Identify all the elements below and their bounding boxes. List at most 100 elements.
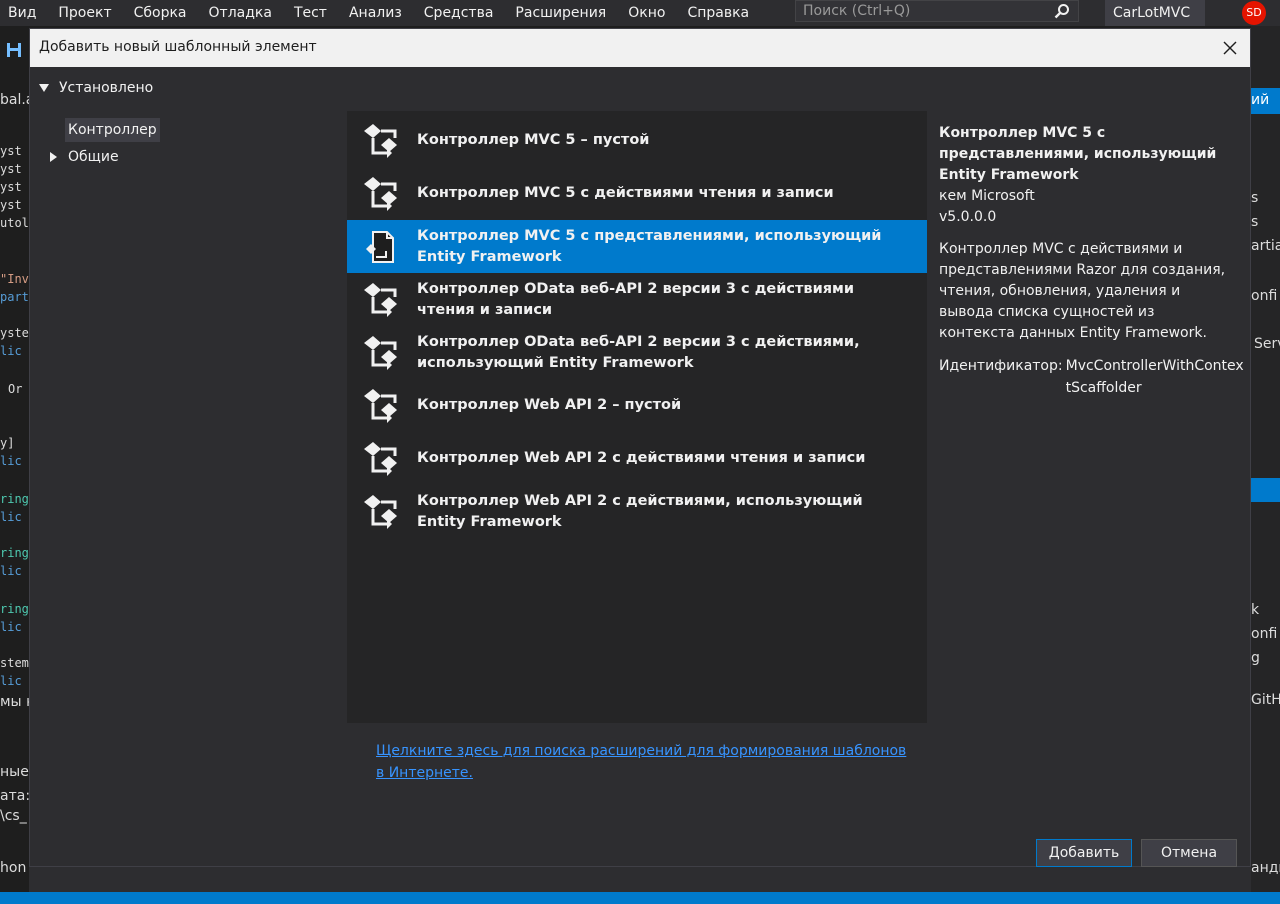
bg-code-fragment: y]	[0, 436, 15, 450]
bg-code-fragment: stem	[0, 656, 29, 670]
bg-code-fragment: lic	[0, 454, 22, 468]
save-icon[interactable]	[6, 42, 22, 58]
menu-project[interactable]: Проект	[47, 0, 122, 26]
controller-icon	[361, 282, 403, 318]
bg-ui-fragment: s	[1251, 190, 1259, 206]
bg-code-fragment: ystem	[0, 326, 29, 340]
bg-code-fragment: Or	[8, 382, 23, 396]
bg-ui-fragment: мы н	[0, 694, 29, 710]
details-title: Контроллер MVC 5 с представлениями, испо…	[939, 125, 1217, 183]
menu-extensions[interactable]: Расширения	[504, 0, 617, 26]
bg-code-fragment: yst	[0, 144, 22, 158]
tree-node-controller[interactable]: Контроллер	[65, 118, 160, 142]
template-label: Контроллер OData веб-API 2 версии 3 с де…	[417, 333, 860, 371]
template-item[interactable]: Контроллер OData веб-API 2 версии 3 с де…	[347, 273, 927, 326]
template-item[interactable]: Контроллер Web API 2 – пустой	[347, 379, 927, 432]
ide-status-bar	[0, 892, 1280, 904]
bg-code-fragment: yst	[0, 198, 22, 212]
add-scaffold-dialog: Добавить новый шаблонный элемент Установ…	[29, 28, 1251, 867]
bg-ui-fragment: onfi	[1251, 626, 1278, 642]
template-item[interactable]: Контроллер Web API 2 с действиями чтения…	[347, 432, 927, 485]
category-tree: Установлено Контроллер Общие	[30, 67, 330, 767]
template-item[interactable]: Контроллер Web API 2 с действиями, испол…	[347, 485, 927, 538]
ide-menubar: Вид Проект Сборка Отладка Тест Анализ Ср…	[0, 0, 1280, 26]
bg-code-fragment: lic	[0, 620, 22, 634]
template-details: Контроллер MVC 5 с представлениями, испо…	[939, 123, 1249, 399]
controller-icon	[361, 176, 403, 212]
template-label: Контроллер Web API 2 с действиями, испол…	[417, 492, 863, 530]
bg-code-fragment: "Inv	[0, 272, 29, 286]
bg-ui-fragment: hon	[0, 860, 27, 876]
ide-solution-explorer-background: ий s s artia onfi Serv k onfi g GitH анд…	[1251, 26, 1280, 892]
template-label: Контроллер MVC 5 – пустой	[417, 132, 650, 148]
document-icon	[361, 229, 403, 265]
bg-ui-fragment: onfi	[1251, 288, 1278, 304]
bg-ui-fragment: анди	[1251, 860, 1280, 876]
bg-code-fragment: lic	[0, 510, 22, 524]
bg-code-fragment: yst	[0, 180, 22, 194]
tree-node-general[interactable]: Общие	[50, 145, 119, 169]
bg-tab-fragment: bal.a	[0, 92, 29, 108]
details-author: кем Microsoft	[939, 188, 1035, 204]
details-identifier: Идентификатор: MvcControllerWithContextS…	[939, 355, 1249, 399]
details-version: v5.0.0.0	[939, 209, 997, 225]
quick-search-input[interactable]: Поиск (Ctrl+Q)	[795, 0, 1079, 22]
menu-analyze[interactable]: Анализ	[338, 0, 413, 26]
bg-code-fragment: ring	[0, 546, 29, 560]
bg-ui-fragment: ий	[1251, 92, 1270, 108]
template-label: Контроллер MVC 5 с представлениями, испо…	[417, 227, 882, 265]
menu-debug[interactable]: Отладка	[198, 0, 283, 26]
controller-icon	[361, 441, 403, 477]
details-id-label: Идентификатор:	[939, 358, 1063, 374]
expanded-arrow-icon	[39, 84, 49, 92]
bg-ui-fragment: s	[1251, 214, 1259, 230]
bg-ui-fragment: GitH	[1251, 692, 1280, 708]
menu-help[interactable]: Справка	[676, 0, 760, 26]
template-item[interactable]: Контроллер MVC 5 с представлениями, испо…	[347, 220, 927, 273]
ide-editor-background: bal.a yst yst yst yst utol "Inv part yst…	[0, 26, 29, 892]
search-icon	[1054, 4, 1069, 19]
bg-code-fragment: part	[0, 290, 29, 304]
bg-code-fragment: ring	[0, 602, 29, 616]
tree-node-label: Установлено	[59, 80, 154, 96]
controller-icon	[361, 494, 403, 530]
template-item[interactable]: Контроллер MVC 5 с действиями чтения и з…	[347, 167, 927, 220]
user-avatar[interactable]: SD	[1242, 1, 1266, 25]
details-id-value: MvcControllerWithContextScaffolder	[1065, 358, 1244, 396]
collapsed-arrow-icon	[50, 152, 57, 162]
template-label: Контроллер MVC 5 с действиями чтения и з…	[417, 185, 834, 201]
tree-node-installed[interactable]: Установлено	[39, 80, 153, 96]
project-name-badge: CarLotMVC	[1105, 0, 1205, 26]
menu-window[interactable]: Окно	[617, 0, 676, 26]
template-label: Контроллер OData веб-API 2 версии 3 с де…	[417, 280, 855, 318]
close-icon[interactable]	[1220, 38, 1240, 58]
add-button[interactable]: Добавить	[1036, 839, 1132, 867]
cancel-button[interactable]: Отмена	[1141, 839, 1237, 867]
controller-icon	[361, 123, 403, 159]
bg-ui-fragment: artia	[1251, 238, 1280, 254]
bg-ui-fragment: \cs_	[0, 808, 27, 824]
details-description: Контроллер MVC с действиями и представле…	[939, 241, 1226, 341]
bg-highlight	[1251, 478, 1280, 502]
bg-ui-fragment: ные	[0, 764, 29, 780]
menu-tools[interactable]: Средства	[413, 0, 505, 26]
tree-node-label: Общие	[68, 149, 119, 165]
menu-test[interactable]: Тест	[283, 0, 338, 26]
template-label: Контроллер Web API 2 – пустой	[417, 397, 682, 413]
menu-view[interactable]: Вид	[0, 0, 47, 26]
template-list: Контроллер MVC 5 – пустой Контроллер MVC …	[347, 111, 927, 723]
dialog-title: Добавить новый шаблонный элемент	[39, 39, 317, 55]
bg-code-fragment: lic	[0, 564, 22, 578]
menu-build[interactable]: Сборка	[123, 0, 198, 26]
bg-ui-fragment: ата:	[0, 788, 29, 804]
dialog-titlebar: Добавить новый шаблонный элемент	[30, 29, 1250, 67]
template-label: Контроллер Web API 2 с действиями чтения…	[417, 450, 866, 466]
quick-search-placeholder: Поиск (Ctrl+Q)	[803, 3, 911, 19]
bg-code-fragment: lic	[0, 674, 22, 688]
ide-output-strip	[29, 867, 1251, 892]
bg-code-fragment: yst	[0, 162, 22, 176]
extensions-search-link[interactable]: Щелкните здесь для поиска расширений для…	[376, 740, 916, 784]
template-item[interactable]: Контроллер OData веб-API 2 версии 3 с де…	[347, 326, 927, 379]
controller-icon	[361, 388, 403, 424]
template-item[interactable]: Контроллер MVC 5 – пустой	[347, 114, 927, 167]
